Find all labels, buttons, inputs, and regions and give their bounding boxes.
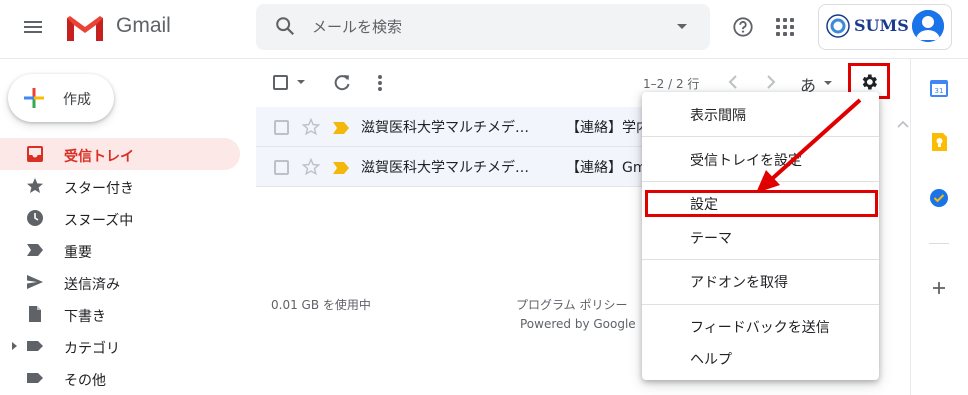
compose-label: 作成 (63, 92, 91, 108)
org-name: SUMS (854, 16, 909, 35)
row-checkbox[interactable] (274, 120, 289, 135)
star-outline-icon[interactable] (302, 118, 320, 136)
sidebar-item-label: スター付き (64, 181, 134, 197)
app-name[interactable]: Gmail (116, 14, 171, 38)
collapse-up-icon[interactable] (897, 120, 909, 128)
chevron-down-icon[interactable] (824, 81, 832, 85)
search-input[interactable] (312, 16, 652, 38)
sidebar-item-label: 重要 (64, 245, 92, 261)
sidebar-item-label: カテゴリ (64, 341, 120, 357)
draft-icon (29, 306, 41, 322)
label-icon (27, 341, 43, 351)
chevron-left-icon[interactable] (728, 75, 738, 89)
svg-text:31: 31 (935, 87, 944, 95)
select-options-icon[interactable] (297, 80, 305, 84)
side-panel-divider (910, 59, 911, 395)
menu-divider (642, 304, 879, 305)
menu-item-density[interactable]: 表示間隔 (690, 105, 746, 125)
important-marker-icon[interactable] (333, 162, 349, 174)
search-icon[interactable] (274, 15, 296, 37)
row-checkbox[interactable] (274, 160, 289, 175)
header-divider (0, 58, 968, 59)
menu-item-feedback[interactable]: フィードバックを送信 (690, 317, 830, 337)
menu-item-help[interactable]: ヘルプ (690, 349, 732, 369)
menu-divider (642, 181, 879, 182)
label-icon (27, 373, 43, 383)
sidebar-item-label: その他 (64, 373, 106, 389)
menu-item-themes[interactable]: テーマ (690, 228, 732, 248)
menu-divider (642, 259, 879, 260)
tasks-icon[interactable] (929, 188, 949, 208)
sidebar-item-label: スヌーズ中 (64, 213, 134, 229)
star-icon (27, 178, 43, 193)
storage-usage: 0.01 GB を使用中 (271, 298, 371, 312)
settings-item-annotation-box (645, 190, 878, 217)
email-sender: 滋賀医科大学マルチメデ… (361, 160, 529, 176)
star-outline-icon[interactable] (302, 158, 320, 176)
menu-item-get-addons[interactable]: アドオンを取得 (690, 272, 788, 292)
menu-divider (642, 136, 879, 137)
email-subject: 【連絡】学内 (566, 120, 642, 136)
email-subject: 【連絡】Gma (566, 160, 642, 176)
send-icon (27, 275, 43, 289)
apps-grid-icon[interactable] (776, 18, 794, 36)
more-vert-icon[interactable] (376, 73, 384, 93)
search-options-icon[interactable] (677, 24, 687, 29)
avatar[interactable] (912, 10, 944, 42)
clock-icon (27, 210, 43, 226)
powered-by: Powered by Google (520, 317, 636, 331)
pagination-count: 1–2 / 2 行 (643, 77, 700, 91)
program-policy-link[interactable]: プログラム ポリシー (516, 296, 627, 313)
sidebar-item-label: 受信トレイ (64, 149, 134, 165)
refresh-icon[interactable] (332, 73, 352, 93)
side-panel-separator (929, 243, 949, 244)
inbox-icon (27, 146, 43, 162)
gear-icon[interactable] (859, 72, 879, 92)
org-logo (826, 14, 850, 38)
keep-icon[interactable] (929, 132, 949, 152)
sidebar-item-label: 送信済み (64, 277, 120, 293)
help-icon[interactable] (732, 16, 754, 38)
email-sender: 滋賀医科大学マルチメデ… (361, 120, 529, 136)
menu-item-inbox-config[interactable]: 受信トレイを設定 (690, 150, 802, 170)
select-all-checkbox[interactable] (273, 75, 288, 90)
main-menu-button[interactable] (22, 18, 44, 36)
compose-plus-icon (24, 88, 44, 108)
add-addon-icon[interactable] (929, 278, 949, 298)
gmail-logo[interactable] (64, 12, 106, 44)
calendar-icon[interactable]: 31 (929, 78, 949, 98)
important-marker-icon[interactable] (333, 122, 349, 134)
chevron-right-icon[interactable] (766, 75, 776, 89)
sidebar-item-label: 下書き (64, 309, 106, 325)
important-icon (27, 244, 43, 256)
